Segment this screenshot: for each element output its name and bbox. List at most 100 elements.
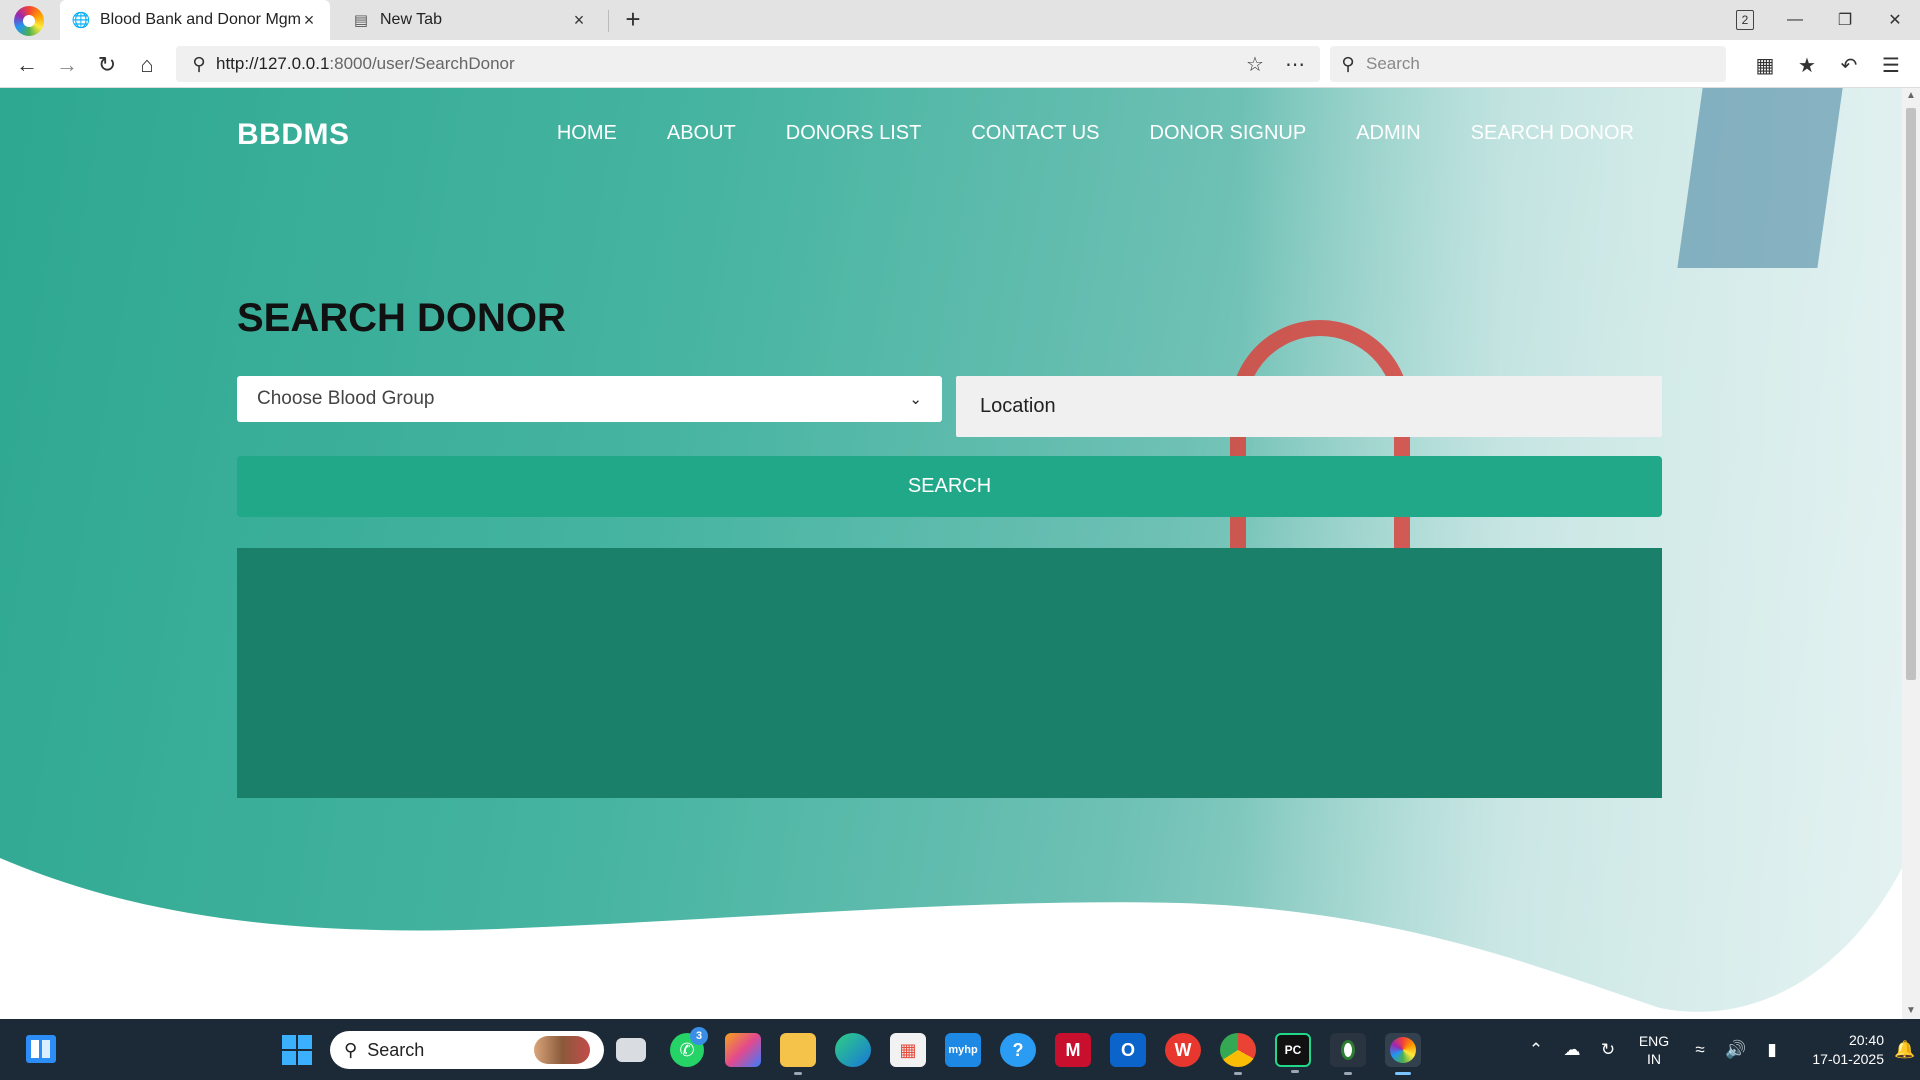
language-indicator[interactable]: ENG IN — [1626, 1032, 1682, 1068]
globe-icon: 🌐 — [71, 12, 91, 29]
browser-taskbar-icon[interactable] — [1385, 1033, 1421, 1075]
edge-icon[interactable] — [835, 1033, 871, 1067]
tab-separator — [608, 10, 609, 32]
taskbar-search[interactable]: ⚲ Search — [330, 1031, 604, 1069]
file-explorer-window-icon[interactable] — [616, 1038, 646, 1062]
tab-count: 2 — [1736, 10, 1754, 30]
undo-icon[interactable]: ↶ — [1834, 50, 1864, 80]
mcafee-icon[interactable]: M — [1055, 1033, 1091, 1067]
page-scrollbar[interactable]: ▲ ▼ — [1902, 88, 1920, 1019]
close-tab-icon[interactable]: × — [570, 10, 588, 31]
reload-icon: ↻ — [97, 52, 117, 77]
sync-icon[interactable]: ↻ — [1590, 1040, 1626, 1060]
outlook-icon[interactable]: O — [1110, 1033, 1146, 1067]
window-controls: 2 — ❐ ✕ — [1720, 0, 1920, 40]
search-highlight-image — [534, 1036, 590, 1064]
favorites-icon[interactable]: ★ — [1792, 50, 1822, 80]
search-icon: ⚲ — [344, 1039, 358, 1060]
new-tab-page-icon: ▤ — [353, 12, 369, 29]
nav-search-donor[interactable]: SEARCH DONOR — [1471, 122, 1634, 145]
clock-date: 17-01-2025 — [1812, 1050, 1884, 1067]
whatsapp-notification-badge: 3 — [690, 1027, 708, 1045]
tab-blood-bank[interactable]: 🌐 Blood Bank and Donor Mgmt × — [60, 0, 330, 40]
windows-taskbar: ⚲ Search ✆ 3 ▦ myhp ? M O W PC ⌃ ☁ ↻ ENG I… — [0, 1019, 1920, 1080]
pycharm-icon[interactable]: PC — [1275, 1033, 1311, 1073]
widgets-icon[interactable] — [26, 1035, 56, 1063]
blood-group-select[interactable]: Choose Blood Group ⌄ — [237, 376, 942, 422]
clock[interactable]: 20:40 17-01-2025 — [1790, 1031, 1890, 1069]
onedrive-icon[interactable]: ☁ — [1554, 1040, 1590, 1060]
taskbar-search-label: Search — [367, 1039, 425, 1060]
search-icon: ⚲ — [1341, 53, 1355, 74]
toolbar-right-actions: ▦ ★ ↶ ☰ — [1750, 50, 1906, 80]
nav-contact-us[interactable]: CONTACT US — [971, 122, 1099, 145]
region-code: IN — [1647, 1050, 1661, 1067]
page-title: SEARCH DONOR — [237, 296, 566, 340]
url-host: http://127.0.0.1 — [216, 54, 330, 73]
bookmark-star-icon[interactable]: ☆ — [1240, 52, 1270, 77]
scroll-thumb[interactable] — [1906, 108, 1916, 680]
close-window-button[interactable]: ✕ — [1870, 0, 1920, 40]
nav-donor-signup[interactable]: DONOR SIGNUP — [1150, 122, 1307, 145]
nav-donors-list[interactable]: DONORS LIST — [786, 122, 922, 145]
blood-group-selected-value: Choose Blood Group — [257, 388, 435, 409]
url-text[interactable]: http://127.0.0.1:8000/user/SearchDonor — [216, 54, 1240, 74]
page-viewport: BBDMS HOME ABOUT DONORS LIST CONTACT US … — [0, 88, 1902, 1019]
browser-logo-icon[interactable] — [14, 6, 44, 36]
nav-admin[interactable]: ADMIN — [1356, 122, 1420, 145]
location-input[interactable] — [956, 376, 1662, 437]
new-tab-button[interactable]: + — [618, 4, 648, 34]
url-actions: ☆ ⋯ — [1240, 52, 1310, 77]
battery-icon[interactable]: ▮ — [1754, 1040, 1790, 1060]
browser-tab-strip: 🌐 Blood Bank and Donor Mgmt × ▤ New Tab … — [0, 0, 1920, 40]
nav-home[interactable]: HOME — [557, 122, 617, 145]
chrome-icon[interactable] — [1220, 1033, 1256, 1075]
apps-grid-icon[interactable]: ▦ — [1750, 50, 1780, 80]
scroll-down-arrow-icon[interactable]: ▼ — [1902, 1003, 1920, 1019]
file-explorer-icon[interactable] — [780, 1033, 816, 1075]
restore-button[interactable]: ❐ — [1820, 0, 1870, 40]
search-icon: ⚲ — [192, 53, 206, 74]
search-button[interactable]: SEARCH — [237, 456, 1662, 517]
copilot-icon[interactable] — [725, 1033, 761, 1067]
tab-new-tab[interactable]: ▤ New Tab × — [340, 0, 600, 40]
browser-search-bar[interactable]: ⚲ Search — [1330, 46, 1726, 82]
chevron-up-icon[interactable]: ⌃ — [1518, 1040, 1554, 1060]
reload-button[interactable]: ↻ — [92, 50, 122, 80]
notifications-icon[interactable]: 🔔 — [1890, 1040, 1920, 1060]
arrow-right-icon: → — [56, 52, 78, 77]
system-tray: ⌃ ☁ ↻ ENG IN ≈ 🔊 ▮ 20:40 17-01-2025 🔔 — [1518, 1019, 1920, 1080]
tab-title: New Tab — [380, 11, 442, 28]
tab-count-button[interactable]: 2 — [1720, 0, 1770, 40]
language-code: ENG — [1638, 1032, 1670, 1049]
microsoft-store-icon[interactable]: ▦ — [890, 1033, 926, 1067]
search-placeholder: Search — [1366, 54, 1420, 73]
wifi-icon[interactable]: ≈ — [1682, 1040, 1718, 1060]
clock-time: 20:40 — [1848, 1031, 1884, 1048]
forward-button[interactable]: → — [52, 50, 82, 80]
home-button[interactable]: ⌂ — [132, 50, 162, 80]
menu-icon[interactable]: ☰ — [1876, 50, 1906, 80]
back-button[interactable]: ← — [12, 50, 42, 80]
arrow-left-icon: ← — [16, 52, 38, 77]
nav-about[interactable]: ABOUT — [667, 122, 736, 145]
volume-icon[interactable]: 🔊 — [1718, 1040, 1754, 1060]
node-app-icon[interactable] — [1330, 1033, 1366, 1075]
browser-toolbar: ← → ↻ ⌂ ⚲ http://127.0.0.1:8000/user/Sea… — [0, 40, 1920, 88]
whatsapp-icon[interactable]: ✆ 3 — [670, 1027, 708, 1067]
close-tab-icon[interactable]: × — [300, 10, 318, 31]
site-navigation: HOME ABOUT DONORS LIST CONTACT US DONOR … — [557, 122, 1634, 145]
help-icon[interactable]: ? — [1000, 1033, 1036, 1067]
home-icon: ⌂ — [140, 52, 154, 77]
scroll-up-arrow-icon[interactable]: ▲ — [1902, 88, 1920, 104]
more-options-icon[interactable]: ⋯ — [1280, 52, 1310, 77]
chevron-down-icon: ⌄ — [909, 391, 922, 408]
myhp-icon[interactable]: myhp — [945, 1033, 981, 1067]
address-bar[interactable]: ⚲ http://127.0.0.1:8000/user/SearchDonor… — [176, 46, 1320, 82]
site-brand[interactable]: BBDMS — [237, 118, 350, 152]
minimize-button[interactable]: — — [1770, 0, 1820, 40]
wps-office-icon[interactable]: W — [1165, 1033, 1201, 1067]
search-results-panel — [237, 548, 1662, 798]
tab-title: Blood Bank and Donor Mgmt — [100, 11, 300, 28]
start-button[interactable] — [282, 1035, 312, 1065]
